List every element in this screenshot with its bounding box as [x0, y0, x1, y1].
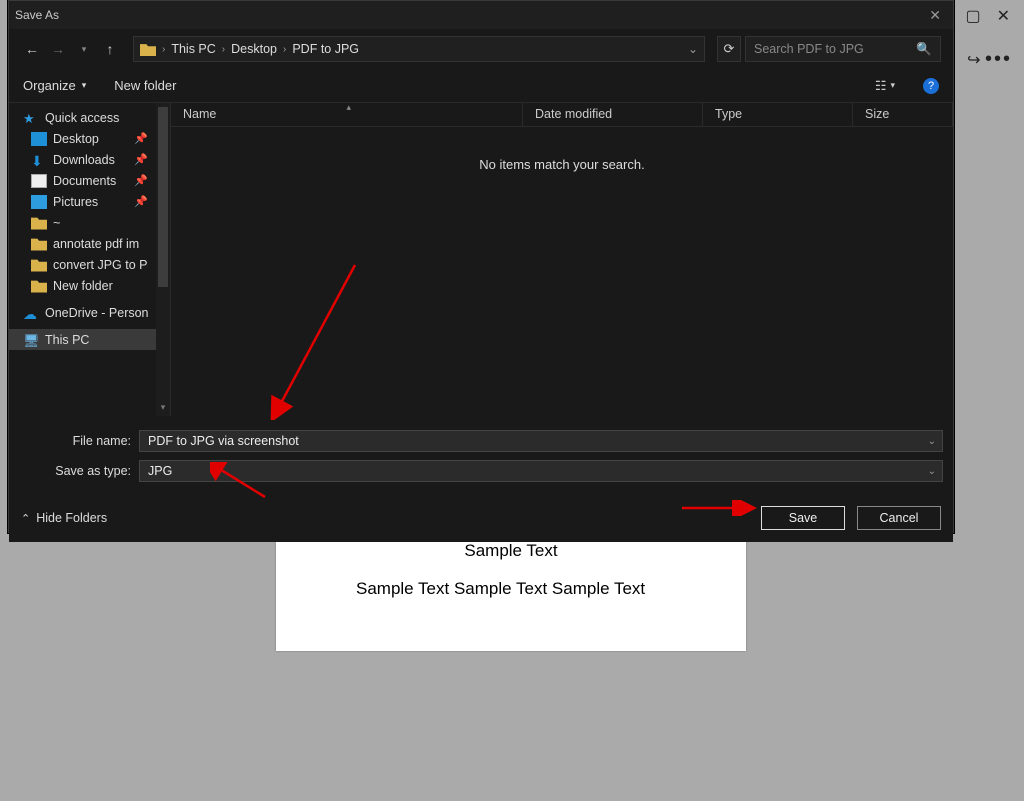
filename-label: File name:	[19, 434, 139, 448]
file-list[interactable]: ▴Name Date modified Type Size No items m…	[171, 103, 953, 416]
tree-item[interactable]: ~	[9, 212, 170, 233]
forward-button: →	[47, 38, 69, 60]
tree-scrollbar[interactable]: ▴ ▾	[156, 103, 170, 416]
hide-folders-toggle[interactable]: ⌃ Hide Folders	[21, 511, 107, 525]
save-as-dialog: Save As ✕ ← → ▾ ↑ › This PC › Desktop › …	[8, 0, 954, 533]
app-close-icon[interactable]: ✕	[997, 6, 1010, 26]
dialog-footer: ⌃ Hide Folders Save Cancel	[9, 496, 953, 542]
scroll-down-icon[interactable]: ▾	[156, 402, 170, 416]
restore-icon[interactable]: ▢	[965, 6, 980, 26]
tree-desktop[interactable]: Desktop📌	[9, 128, 170, 149]
cancel-button[interactable]: Cancel	[857, 506, 941, 530]
new-folder-button[interactable]: New folder	[114, 78, 176, 93]
up-button[interactable]: ↑	[99, 38, 121, 60]
chevron-right-icon: ›	[283, 44, 286, 55]
nav-tree[interactable]: ★Quick access Desktop📌 ⬇Downloads📌 Docum…	[9, 103, 171, 416]
column-headers: ▴Name Date modified Type Size	[171, 103, 953, 127]
chevron-down-icon[interactable]: ⌄	[928, 436, 936, 447]
savetype-select[interactable]: JPG ⌄	[139, 460, 943, 482]
tree-quick-access[interactable]: ★Quick access	[9, 107, 170, 128]
empty-message: No items match your search.	[171, 127, 953, 202]
chevron-down-icon[interactable]: ⌄	[928, 466, 936, 477]
chevron-up-icon: ⌃	[21, 512, 30, 525]
chevron-right-icon: ›	[162, 44, 165, 55]
tree-documents[interactable]: Documents📌	[9, 170, 170, 191]
sort-asc-icon: ▴	[347, 102, 352, 113]
tree-item[interactable]: annotate pdf im	[9, 233, 170, 254]
search-icon: 🔍	[916, 42, 932, 57]
pin-icon: 📌	[134, 132, 148, 145]
dialog-titlebar: Save As ✕	[9, 1, 953, 29]
folder-icon	[140, 42, 156, 56]
col-date[interactable]: Date modified	[523, 103, 703, 126]
savetype-label: Save as type:	[19, 464, 139, 478]
toolbar: Organize ▾ New folder ☷ ▾ ?	[9, 69, 953, 103]
organize-menu[interactable]: Organize ▾	[23, 78, 86, 93]
app-titlebar: ▢ ✕	[951, 0, 1024, 32]
col-name[interactable]: ▴Name	[171, 103, 523, 126]
nav-row: ← → ▾ ↑ › This PC › Desktop › PDF to JPG…	[9, 29, 953, 69]
fields-area: File name: PDF to JPG via screenshot ⌄ S…	[9, 416, 953, 496]
tree-item[interactable]: convert JPG to P	[9, 254, 170, 275]
breadcrumb[interactable]: › This PC › Desktop › PDF to JPG ⌄	[133, 36, 705, 62]
doc-line: Sample Text	[356, 541, 666, 561]
tree-pictures[interactable]: Pictures📌	[9, 191, 170, 212]
close-icon[interactable]: ✕	[923, 7, 947, 24]
chevron-down-icon: ▾	[82, 80, 87, 91]
crumb-folder[interactable]: PDF to JPG	[292, 42, 359, 56]
col-type[interactable]: Type	[703, 103, 853, 126]
chevron-right-icon: ›	[222, 44, 225, 55]
crumb-thispc[interactable]: This PC	[171, 42, 215, 56]
save-button[interactable]: Save	[761, 506, 845, 530]
help-button[interactable]: ?	[923, 78, 939, 94]
back-button[interactable]: ←	[21, 38, 43, 60]
document-preview: Sample Text Sample Text Sample Text Samp…	[276, 533, 746, 651]
share-icon[interactable]: ↪	[967, 52, 980, 69]
recent-dropdown[interactable]: ▾	[73, 38, 95, 60]
dialog-title: Save As	[15, 8, 923, 22]
filename-input[interactable]: PDF to JPG via screenshot ⌄	[139, 430, 943, 452]
search-placeholder: Search PDF to JPG	[754, 42, 864, 56]
scrollbar-thumb[interactable]	[158, 107, 168, 287]
view-icon: ☷	[875, 78, 887, 94]
more-icon[interactable]: •••	[985, 48, 1012, 70]
pin-icon: 📌	[134, 195, 148, 208]
view-options-button[interactable]: ☷ ▾	[875, 78, 895, 94]
col-size[interactable]: Size	[853, 103, 953, 126]
tree-this-pc[interactable]: 🖥This PC	[9, 329, 170, 350]
crumb-desktop[interactable]: Desktop	[231, 42, 277, 56]
tree-onedrive[interactable]: ☁OneDrive - Person	[9, 302, 170, 323]
tree-item[interactable]: New folder	[9, 275, 170, 296]
doc-line: Sample Text Sample Text Sample Text	[356, 579, 666, 599]
search-input[interactable]: Search PDF to JPG 🔍	[745, 36, 941, 62]
chevron-down-icon: ▾	[890, 80, 895, 91]
pin-icon: 📌	[134, 174, 148, 187]
pin-icon: 📌	[134, 153, 148, 166]
chevron-down-icon[interactable]: ⌄	[688, 42, 698, 56]
refresh-button[interactable]: ⟳	[717, 36, 741, 62]
tree-downloads[interactable]: ⬇Downloads📌	[9, 149, 170, 170]
